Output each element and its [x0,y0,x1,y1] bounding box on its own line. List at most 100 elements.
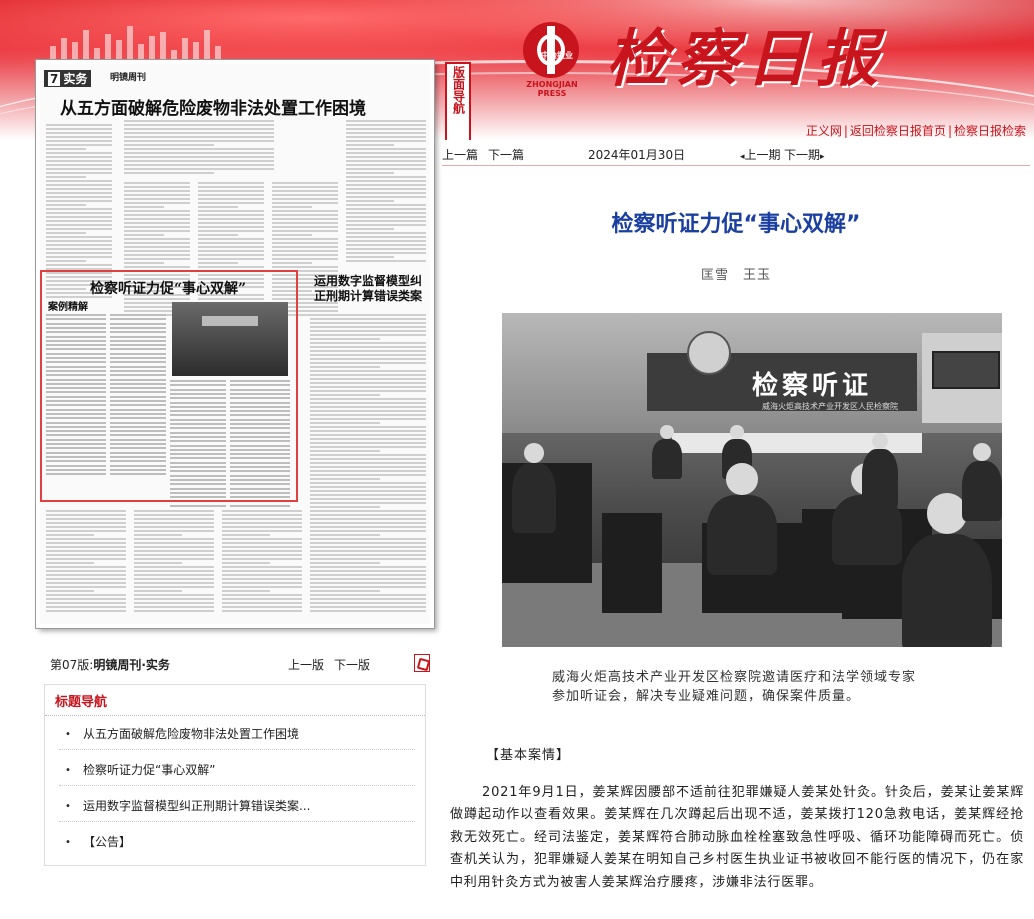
thumb-text-line [310,494,426,496]
thumb-text-line [222,510,302,512]
thumb-text-line [310,534,380,536]
thumb-text-line [124,218,190,220]
thumb-text-line [46,602,126,604]
prev-page-link[interactable]: 上一版 [288,656,324,673]
thumb-text-line [310,490,426,492]
link-zhengyi[interactable]: 正义网 [806,124,842,138]
thumb-text-line [198,194,264,196]
thumb-text-line [46,244,112,246]
thumb-text-line [222,538,302,540]
thumb-text-line [198,222,264,224]
thumb-text-line [222,606,302,608]
thumb-text-line [310,398,426,400]
thumb-text-line [46,232,86,234]
thumb-text-line [310,462,426,464]
thumb-text-line [222,586,302,588]
thumb-text-line [46,554,126,556]
toc-item-link[interactable]: 检察听证力促“事心双解” [83,761,215,778]
thumb-text-line [272,210,338,212]
thumb-text-line [198,266,264,268]
thumb-text-line [46,256,112,258]
thumb-text-line [222,582,302,584]
skyline-bar [149,36,155,60]
thumb-text-line [310,598,426,600]
thumb-text-line [198,182,264,184]
thumb-text-line [124,246,190,248]
thumb-text-line [310,602,426,604]
thumb-text-line [46,216,112,218]
thumb-text-line [198,218,264,220]
prev-article-link[interactable]: 上一篇 [442,146,478,163]
thumb-headline-1[interactable]: 从五方面破解危险废物非法处置工作困境 [60,94,366,119]
thumb-text-line [46,582,126,584]
page-thumbnail[interactable]: 7 实务 明镜周刊 从五方面破解危险废物非法处置工作困境 检察听证力促“事心双解”… [36,60,434,628]
thumb-text-line [134,538,214,540]
skyline-bar [182,38,188,60]
thumb-text-line [310,518,426,520]
thumb-text-line [310,470,426,472]
thumb-text-line [310,522,426,524]
article-photo: 检察听证 威海火炬高技术产业开发区人民检察院 [502,313,1002,647]
toc-item[interactable]: • 从五方面破解危险废物非法处置工作困境 [45,725,425,761]
next-article-link[interactable]: 下一篇 [488,146,524,163]
thumb-headline-3[interactable]: 运用数字监督模型纠正刑期计算错误类案 [314,274,430,304]
thumb-text-line [346,224,426,226]
thumb-text-line [46,578,126,580]
thumb-text-line [310,466,426,468]
thumb-text-line [310,326,426,328]
thumb-text-line [46,558,126,560]
thumb-text-line [346,132,426,134]
thumb-text-line [310,366,380,368]
thumb-text-line [346,144,394,146]
thumb-text-line [310,570,426,572]
thumb-text-line [124,152,274,154]
toc-item-link[interactable]: 从五方面破解危险废物非法处置工作困境 [83,725,299,742]
toc-item[interactable]: • 【公告】 [45,833,425,869]
thumb-text-line [272,222,338,224]
thumb-text-line [346,212,426,214]
link-separator: | [843,124,848,138]
thumb-highlight-article[interactable]: 检察听证力促“事心双解” 案例精解 [40,270,298,502]
toc-item-link[interactable]: 【公告】 [83,833,131,850]
thumb-text-line [222,574,302,576]
thumb-text-line [346,128,426,130]
thumb-text-line [124,164,274,166]
bullet-icon: • [65,765,71,776]
thumb-text-line [346,192,426,194]
thumb-text-line [272,230,338,232]
toc-item-link[interactable]: 运用数字监督模型纠正刑期计算错误类案... [83,797,310,814]
next-issue-link[interactable]: 下一期 [784,146,825,163]
link-home[interactable]: 返回检察日报首页 [850,124,946,138]
thumb-text-line [124,132,274,134]
link-search[interactable]: 检察日报检索 [954,124,1026,138]
thumb-text-line [134,574,214,576]
thumb-text-line [310,426,426,428]
thumb-text-line [124,182,190,184]
prev-issue-link[interactable]: 上一期 [740,146,781,163]
thumb-text-line [198,254,264,256]
toc-item[interactable]: • 运用数字监督模型纠正刑期计算错误类案... [45,797,425,833]
thumb-text-line [310,478,380,480]
section-navigation-label: 版面导航 [445,62,471,140]
pdf-icon[interactable] [414,654,430,672]
thumb-text-line [198,186,264,188]
thumb-text-line [124,148,274,150]
next-page-link[interactable]: 下一版 [334,656,370,673]
thumb-text-line [310,338,380,340]
thumb-text-line [222,598,302,600]
thumb-text-line [124,254,190,256]
top-links: 正义网 | 返回检察日报首页 | 检察日报检索 [806,122,1026,139]
issue-date: 2024年01月30日 [588,148,686,162]
thumb-text-line [310,474,426,476]
photo-person-head [973,443,991,461]
thumb-text-line [198,242,264,244]
thumb-column-name: 明镜周刊 [110,73,147,83]
thumb-text-line [272,262,312,264]
toc-item[interactable]: • 检察听证力促“事心双解” [45,761,425,797]
thumb-text-line [346,140,426,142]
thumb-text-line [46,200,112,202]
skyline-bar [160,32,166,60]
thumb-text-line [134,610,214,612]
thumb-text-line [134,510,214,512]
thumb-text-line [310,538,426,540]
